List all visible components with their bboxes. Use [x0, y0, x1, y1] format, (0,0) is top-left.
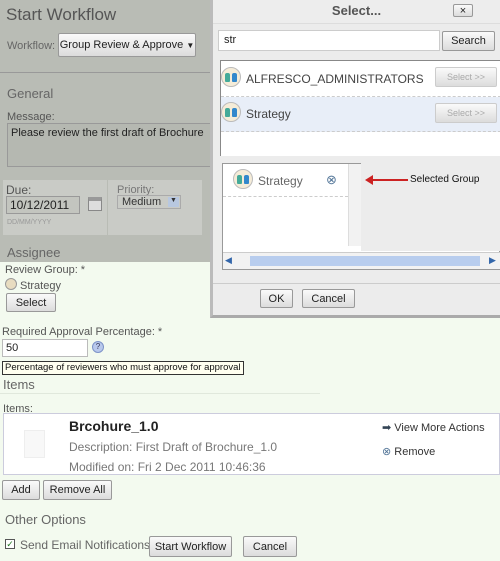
group-icon: [233, 169, 253, 189]
approval-label: Required Approval Percentage: *: [2, 326, 163, 338]
search-button[interactable]: Search: [442, 31, 495, 51]
select-dialog: Select... × str Search ALFRESCO_ADMINIST…: [210, 0, 500, 318]
message-textarea[interactable]: Please review the first draft of Brochur…: [7, 123, 212, 167]
assignee-heading: Assignee: [7, 245, 61, 260]
view-more-label: View More Actions: [394, 422, 485, 434]
result-name: ALFRESCO_ADMINISTRATORS: [246, 72, 424, 86]
email-label: Send Email Notifications: [20, 538, 151, 552]
add-button[interactable]: Add: [2, 480, 40, 500]
email-checkbox[interactable]: ✓: [5, 539, 15, 549]
due-date-input[interactable]: 10/12/2011: [6, 196, 80, 214]
group-icon: [5, 278, 17, 290]
result-name: Strategy: [246, 107, 291, 121]
general-heading: General: [7, 86, 54, 101]
calendar-icon[interactable]: [88, 197, 102, 211]
item-modified: Modified on: Fri 2 Dec 2011 10:46:36: [69, 460, 266, 474]
approval-input[interactable]: 50: [2, 339, 88, 357]
remove-circle-icon[interactable]: ⊗: [326, 172, 337, 188]
remove-all-button[interactable]: Remove All: [43, 480, 112, 500]
vertical-scrollbar[interactable]: [348, 164, 361, 246]
message-label: Message:: [7, 111, 55, 123]
scrollbar-thumb[interactable]: [250, 256, 480, 266]
other-options-heading: Other Options: [5, 512, 86, 527]
workflow-dropdown[interactable]: Group Review & Approve ▼: [58, 33, 196, 57]
priority-value: Medium: [122, 196, 162, 208]
due-label: Due:: [6, 183, 32, 197]
annotation-arrow-icon: [368, 179, 408, 181]
cancel-button[interactable]: Cancel: [243, 536, 297, 557]
select-group-button[interactable]: Select: [6, 293, 56, 312]
review-group-value: Strategy: [20, 280, 61, 292]
chevron-down-icon: ▼: [168, 197, 179, 207]
remove-label: Remove: [394, 446, 436, 458]
select-result-button[interactable]: Select >>: [435, 67, 497, 87]
item-description: Description: First Draft of Brochure_1.0: [69, 440, 278, 454]
group-icon: [221, 102, 241, 122]
workflow-label: Workflow:: [7, 40, 56, 52]
annotation-label: Selected Group: [410, 174, 480, 185]
dialog-cancel-button[interactable]: Cancel: [302, 289, 355, 308]
horizontal-scrollbar[interactable]: ◀ ▶: [223, 252, 500, 269]
close-icon[interactable]: ×: [453, 4, 473, 17]
tooltip: Percentage of reviewers who must approve…: [2, 361, 244, 375]
select-result-button[interactable]: Select >>: [435, 103, 497, 123]
help-icon[interactable]: ?: [92, 341, 104, 353]
start-workflow-button[interactable]: Start Workflow: [149, 536, 232, 557]
caret-down-icon: ▼: [186, 40, 195, 50]
remove-circle-icon: ⊗: [382, 446, 392, 458]
group-icon: [221, 67, 241, 87]
view-more-actions-link[interactable]: ➡ View More Actions: [382, 421, 485, 434]
page-title: Start Workflow: [6, 5, 117, 24]
item-row: Brcohure_1.0 Description: First Draft of…: [3, 413, 500, 475]
result-row: ALFRESCO_ADMINISTRATORS Select >>: [221, 61, 500, 97]
arrow-right-icon: ➡: [382, 422, 392, 434]
selected-name: Strategy: [258, 174, 303, 188]
search-input[interactable]: str: [218, 30, 440, 51]
remove-item-link[interactable]: ⊗ Remove: [382, 445, 435, 458]
review-group-label: Review Group: *: [5, 264, 86, 276]
ok-button[interactable]: OK: [260, 289, 293, 308]
item-name[interactable]: Brcohure_1.0: [69, 418, 158, 434]
workflow-value: Group Review & Approve: [59, 39, 184, 51]
items-heading: Items: [3, 377, 35, 392]
results-list: ALFRESCO_ADMINISTRATORS Select >> Strate…: [220, 60, 500, 156]
priority-select[interactable]: Medium ▼: [117, 195, 181, 209]
selected-item: Strategy ⊗: [223, 164, 348, 197]
result-row: Strategy Select >>: [221, 97, 500, 132]
document-icon: [24, 430, 45, 458]
due-hint: DD/MM/YYYY: [7, 219, 52, 226]
